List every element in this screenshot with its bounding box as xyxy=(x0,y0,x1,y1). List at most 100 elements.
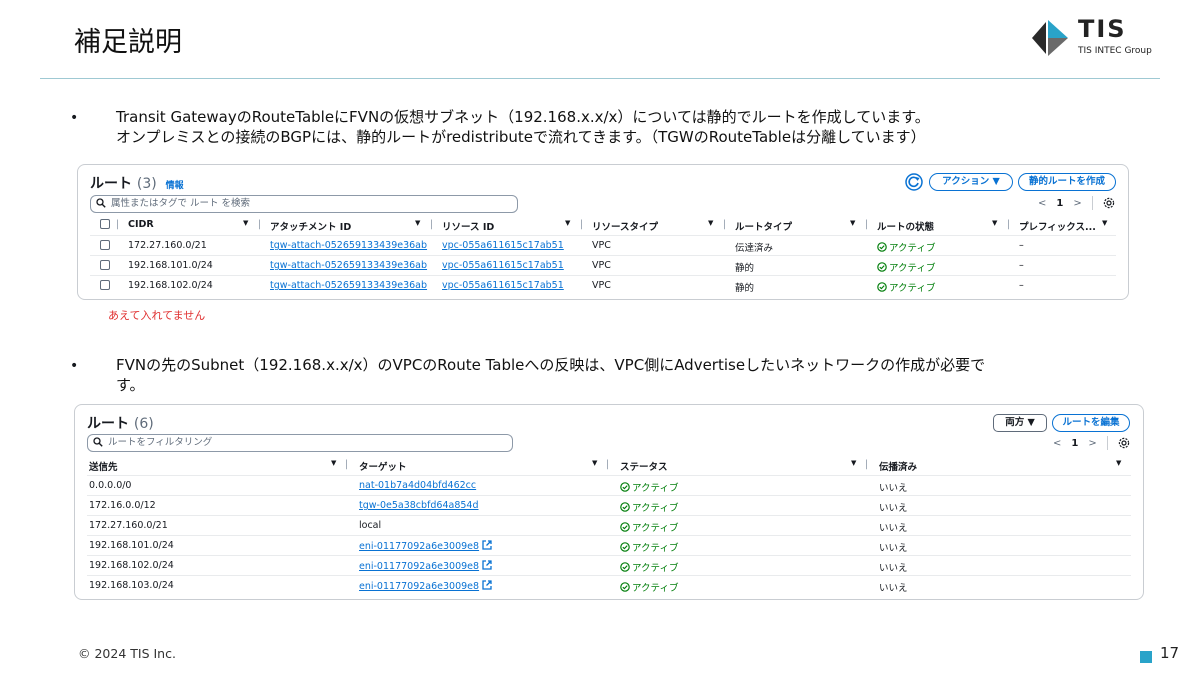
row-target-link[interactable]: tgw-0e5a38cbfd64a854d xyxy=(359,500,479,511)
vpc-col-status[interactable]: ステータス xyxy=(620,459,668,473)
tgw-table-header: | CIDR ▼ | アタッチメント ID ▼ | リソース ID ▼ | リソ… xyxy=(78,219,1128,235)
pager-prev-button[interactable]: < xyxy=(1038,198,1046,209)
edit-routes-button[interactable]: ルートを編集 xyxy=(1052,414,1130,432)
row-checkbox[interactable] xyxy=(100,260,110,270)
tgw-col-cidr[interactable]: CIDR xyxy=(128,219,154,230)
tgw-col-attachment[interactable]: アタッチメント ID xyxy=(270,219,351,233)
row-target[interactable]: eni-01177092a6e3009e8 xyxy=(359,540,492,552)
tgw-col-resource[interactable]: リソース ID xyxy=(442,219,494,233)
vpc-pagination: < 1 > xyxy=(1053,436,1130,450)
bullet-2-marker: • xyxy=(70,358,79,374)
select-all-checkbox[interactable] xyxy=(100,219,110,229)
table-row[interactable]: 172.27.160.0/21 local アクティブ いいえ xyxy=(87,515,1131,535)
row-propagated: いいえ xyxy=(879,523,908,534)
row-propagated: いいえ xyxy=(879,543,908,554)
bullet-2-text: FVNの先のSubnet（192.168.x.x/x）のVPCのRoute Ta… xyxy=(116,355,1146,395)
vpc-col-propagated[interactable]: 伝播済み xyxy=(879,459,917,473)
check-circle-icon xyxy=(620,482,630,492)
tgw-info-link[interactable]: 情報 xyxy=(166,181,184,191)
title-divider xyxy=(40,78,1160,79)
row-destination: 192.168.101.0/24 xyxy=(89,540,174,551)
settings-gear-icon[interactable] xyxy=(1118,437,1130,449)
row-target[interactable]: eni-01177092a6e3009e8 xyxy=(359,580,492,592)
tgw-route-search-input[interactable]: 属性またはタグで ルート を検索 xyxy=(90,195,518,213)
bullet-1-text: Transit GatewayのRouteTableにFVNの仮想サブネット（1… xyxy=(116,107,1146,147)
external-link-icon[interactable] xyxy=(482,560,492,570)
table-row[interactable]: 192.168.102.0/24 eni-01177092a6e3009e8 ア… xyxy=(87,555,1131,575)
pager-separator xyxy=(1091,196,1093,210)
row-resource-link[interactable]: vpc-055a611615c17ab51 xyxy=(442,280,564,291)
pager-next-button[interactable]: > xyxy=(1088,438,1096,449)
refresh-icon[interactable] xyxy=(905,173,923,191)
vpc-col-target[interactable]: ターゲット xyxy=(359,459,407,473)
table-row[interactable]: 172.16.0.0/12 tgw-0e5a38cbfd64a854d アクティ… xyxy=(87,495,1131,515)
row-status: アクティブ xyxy=(620,580,678,594)
vpc-route-filter-input[interactable]: ルートをフィルタリング xyxy=(87,434,513,452)
pager-next-button[interactable]: > xyxy=(1073,198,1081,209)
pager-current-page[interactable]: 1 xyxy=(1071,438,1078,449)
row-destination: 192.168.103.0/24 xyxy=(89,580,174,591)
row-route-type: 静的 xyxy=(735,263,755,274)
table-row[interactable]: 192.168.101.0/24 eni-01177092a6e3009e8 ア… xyxy=(87,535,1131,555)
row-route-state: アクティブ xyxy=(877,280,935,294)
tgw-col-route-state[interactable]: ルートの状態 xyxy=(877,219,934,233)
row-propagated: いいえ xyxy=(879,483,908,494)
row-cidr: 172.27.160.0/21 xyxy=(128,240,207,251)
pager-prev-button[interactable]: < xyxy=(1053,438,1061,449)
tgw-col-prefix[interactable]: プレフィックス... xyxy=(1019,219,1096,233)
row-route-type: 伝達済み xyxy=(735,243,774,254)
row-prefix: – xyxy=(1019,260,1024,271)
check-circle-icon xyxy=(620,562,630,572)
row-target-link[interactable]: nat-01b7a4d04bfd462cc xyxy=(359,480,476,491)
row-destination: 172.16.0.0/12 xyxy=(89,500,156,511)
row-attachment-link[interactable]: tgw-attach-052659133439e36ab xyxy=(270,260,427,271)
row-checkbox[interactable] xyxy=(100,280,110,290)
tgw-col-route-type[interactable]: ルートタイプ xyxy=(735,219,792,233)
row-target-link[interactable]: eni-01177092a6e3009e8 xyxy=(359,561,479,572)
row-resource-type: VPC xyxy=(592,260,611,271)
check-circle-icon xyxy=(620,522,630,532)
table-row[interactable]: 192.168.103.0/24 eni-01177092a6e3009e8 ア… xyxy=(87,575,1131,595)
logo-subtitle: TIS INTEC Group xyxy=(1078,46,1152,56)
check-circle-icon xyxy=(620,502,630,512)
copyright-footer: © 2024 TIS Inc. xyxy=(78,646,176,661)
check-circle-icon xyxy=(620,542,630,552)
row-prefix: – xyxy=(1019,240,1024,251)
row-attachment-link[interactable]: tgw-attach-052659133439e36ab xyxy=(270,280,427,291)
row-target-link[interactable]: eni-01177092a6e3009e8 xyxy=(359,541,479,552)
table-row[interactable]: 172.27.160.0/21 tgw-attach-052659133439e… xyxy=(90,235,1116,255)
row-target-link[interactable]: eni-01177092a6e3009e8 xyxy=(359,581,479,592)
search-icon xyxy=(93,437,103,447)
pager-current-page[interactable]: 1 xyxy=(1056,198,1063,209)
row-propagated: いいえ xyxy=(879,583,908,594)
row-resource-link[interactable]: vpc-055a611615c17ab51 xyxy=(442,240,564,251)
check-circle-icon xyxy=(877,282,887,292)
create-static-route-button[interactable]: 静的ルートを作成 xyxy=(1018,173,1116,191)
slide-title: 補足説明 xyxy=(74,27,182,58)
row-attachment-link[interactable]: tgw-attach-052659133439e36ab xyxy=(270,240,427,251)
search-icon xyxy=(96,198,106,208)
row-target[interactable]: eni-01177092a6e3009e8 xyxy=(359,560,492,572)
table-row[interactable]: 192.168.101.0/24 tgw-attach-052659133439… xyxy=(90,255,1116,275)
row-cidr: 192.168.102.0/24 xyxy=(128,280,213,291)
row-resource-type: VPC xyxy=(592,240,611,251)
page-number: 17 xyxy=(1160,644,1180,662)
bullet-1-marker: • xyxy=(70,110,79,126)
row-checkbox[interactable] xyxy=(100,240,110,250)
check-circle-icon xyxy=(877,262,887,272)
tgw-col-resource-type[interactable]: リソースタイプ xyxy=(592,219,658,233)
settings-gear-icon[interactable] xyxy=(1103,197,1115,209)
company-logo: TIS TIS INTEC Group xyxy=(1032,15,1162,60)
vpc-route-count: (6) xyxy=(133,416,154,432)
external-link-icon[interactable] xyxy=(482,540,492,550)
row-resource-link[interactable]: vpc-055a611615c17ab51 xyxy=(442,260,564,271)
vpc-col-destination[interactable]: 送信先 xyxy=(89,459,118,473)
actions-button[interactable]: アクション ▼ xyxy=(929,173,1013,191)
red-note: あえて入れてません xyxy=(108,309,206,322)
both-filter-select[interactable]: 両方 ▼ xyxy=(993,414,1047,432)
external-link-icon[interactable] xyxy=(482,580,492,590)
table-row[interactable]: 192.168.102.0/24 tgw-attach-052659133439… xyxy=(90,275,1116,295)
table-row[interactable]: 0.0.0.0/0 nat-01b7a4d04bfd462cc アクティブ いい… xyxy=(87,475,1131,495)
vpc-table-header: 送信先 ▼ | ターゲット ▼ | ステータス ▼ | 伝播済み ▼ xyxy=(89,459,1122,473)
row-resource-type: VPC xyxy=(592,280,611,291)
